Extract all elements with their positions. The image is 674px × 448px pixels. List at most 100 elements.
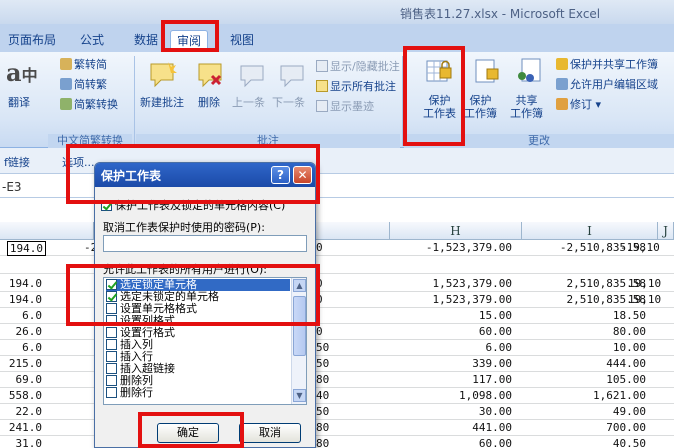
highlight-protect-sheet bbox=[403, 46, 465, 146]
show-hide-comment-icon bbox=[316, 60, 328, 72]
cell-a[interactable]: 194.0 bbox=[6, 241, 46, 256]
cell-a[interactable]: 69.0 bbox=[16, 373, 43, 386]
cell-a[interactable]: 6.0 bbox=[22, 341, 42, 354]
tab-page-layout[interactable]: 页面布局 bbox=[2, 30, 62, 52]
cell-h[interactable]: 60.00 bbox=[479, 325, 512, 338]
list-item[interactable]: 删除行 bbox=[106, 387, 153, 399]
cell-g[interactable]: 80 bbox=[316, 421, 329, 434]
cell-j[interactable]: 19,10 bbox=[628, 277, 661, 290]
cell-h[interactable]: 6.00 bbox=[486, 341, 513, 354]
cell-h[interactable]: 1,098.00 bbox=[459, 389, 512, 402]
cell-g[interactable]: 50 bbox=[316, 405, 329, 418]
to-traditional-button[interactable]: 简转繁 bbox=[60, 78, 107, 91]
cell-a[interactable]: 31.0 bbox=[16, 437, 43, 448]
cell-h[interactable]: 30.00 bbox=[479, 405, 512, 418]
link-label: f链接 bbox=[4, 156, 30, 169]
delete-comment-button[interactable]: 删除 bbox=[198, 96, 220, 109]
protect-workbook-icon bbox=[475, 59, 499, 83]
cell-g[interactable]: 50 bbox=[316, 357, 329, 370]
cell-h[interactable]: 441.00 bbox=[472, 421, 512, 434]
cell-i[interactable]: 10.00 bbox=[613, 341, 646, 354]
checkbox-icon bbox=[106, 363, 117, 374]
column-header-g[interactable] bbox=[316, 222, 390, 240]
cell-i[interactable]: 80.00 bbox=[613, 325, 646, 338]
cell-a[interactable]: 26.0 bbox=[16, 325, 43, 338]
tab-data[interactable]: 数据 bbox=[128, 30, 164, 52]
cell-a[interactable]: 194.0 bbox=[9, 277, 42, 290]
track-changes-label: 修订 bbox=[570, 98, 592, 111]
cell-g[interactable]: 50 bbox=[316, 341, 329, 354]
cancel-button[interactable]: 取消 bbox=[239, 423, 301, 443]
cell-i[interactable]: 444.00 bbox=[606, 357, 646, 370]
highlight-protect-option bbox=[66, 144, 320, 204]
cell-a[interactable]: 558.0 bbox=[9, 389, 42, 402]
tab-view[interactable]: 视图 bbox=[224, 30, 260, 52]
cell-j[interactable]: 19,10 bbox=[628, 293, 661, 306]
protect-workbook-button[interactable]: 保护 工作簿 bbox=[464, 94, 497, 120]
cell-h[interactable]: 339.00 bbox=[472, 357, 512, 370]
password-input[interactable] bbox=[103, 235, 307, 252]
column-header-h[interactable]: H bbox=[390, 222, 522, 240]
cell-g[interactable]: 0 bbox=[316, 325, 323, 338]
cell-g[interactable]: 80 bbox=[316, 437, 329, 448]
list-item-label: 删除行 bbox=[120, 386, 153, 399]
share-workbook-label-line1: 共享 bbox=[515, 94, 538, 107]
column-header-j[interactable]: J bbox=[658, 222, 674, 240]
cell-h[interactable]: -1,523,379.00 bbox=[426, 241, 512, 254]
cell-i[interactable]: 40.50 bbox=[613, 437, 646, 448]
cell-h[interactable]: 1,523,379.00 bbox=[433, 277, 512, 290]
cell-i[interactable]: 49.00 bbox=[613, 405, 646, 418]
cell-a[interactable]: 6.0 bbox=[22, 309, 42, 322]
cell-i[interactable]: 1,621.00 bbox=[593, 389, 646, 402]
cell-a[interactable]: 194.0 bbox=[9, 293, 42, 306]
to-simplified-button[interactable]: 繁转简 bbox=[60, 58, 107, 71]
cell-g[interactable]: 40 bbox=[316, 389, 329, 402]
column-header-left[interactable] bbox=[0, 222, 94, 240]
checkbox-icon bbox=[106, 387, 117, 398]
show-hide-comment-button[interactable]: 显示/隐藏批注 bbox=[316, 60, 400, 73]
share-workbook-icon bbox=[518, 58, 541, 82]
share-workbook-label-line2: 工作簿 bbox=[510, 107, 543, 120]
column-header-i[interactable]: I bbox=[522, 222, 658, 240]
cell-j[interactable]: -19,10 bbox=[620, 241, 660, 254]
convert-icon bbox=[60, 98, 72, 110]
protect-and-share-button[interactable]: 保护并共享工作簿 bbox=[556, 58, 658, 71]
show-ink-button[interactable]: 显示墨迹 bbox=[316, 100, 374, 113]
track-changes-button[interactable]: 修订 ▾ bbox=[556, 98, 601, 111]
highlight-allowed-options bbox=[66, 264, 320, 326]
cell-i[interactable]: 18.50 bbox=[613, 309, 646, 322]
ribbon-tabs: 页面布局 公式 数据 审阅 视图 bbox=[0, 24, 674, 52]
previous-comment-button[interactable]: 上一条 bbox=[232, 96, 265, 109]
checkbox-icon bbox=[106, 327, 117, 338]
cell-h[interactable]: 117.00 bbox=[472, 373, 512, 386]
cell-i[interactable]: 105.00 bbox=[606, 373, 646, 386]
name-box[interactable]: -E3 bbox=[2, 180, 22, 194]
cell-i[interactable]: 700.00 bbox=[606, 421, 646, 434]
tab-formulas[interactable]: 公式 bbox=[74, 30, 110, 52]
cell-a[interactable]: 22.0 bbox=[16, 405, 43, 418]
ribbon-separator bbox=[134, 56, 135, 146]
title-bar: 销售表11.27.xlsx - Microsoft Excel bbox=[0, 0, 674, 24]
share-workbook-button[interactable]: 共享 工作簿 bbox=[510, 94, 543, 120]
cell-a[interactable]: 215.0 bbox=[9, 357, 42, 370]
chinese-convert-button[interactable]: 简繁转换 bbox=[60, 98, 118, 111]
show-all-comments-button[interactable]: 显示所有批注 bbox=[316, 80, 396, 93]
show-all-comments-icon bbox=[316, 80, 328, 92]
track-changes-icon bbox=[556, 98, 568, 110]
show-ink-label: 显示墨迹 bbox=[330, 100, 374, 113]
previous-comment-icon bbox=[240, 65, 264, 88]
password-label: 取消工作表保护时使用的密码(P): bbox=[103, 221, 265, 234]
cell-h[interactable]: 60.00 bbox=[479, 437, 512, 448]
cell-h[interactable]: 15.00 bbox=[479, 309, 512, 322]
cell-g[interactable]: 80 bbox=[316, 373, 329, 386]
next-comment-button[interactable]: 下一条 bbox=[272, 96, 305, 109]
scroll-down-icon[interactable]: ▼ bbox=[293, 389, 306, 402]
cell-g[interactable]: 0 bbox=[316, 241, 323, 254]
cell-h[interactable]: 1,523,379.00 bbox=[433, 293, 512, 306]
new-comment-button[interactable]: 新建批注 bbox=[140, 96, 184, 109]
translate-button[interactable]: 翻译 bbox=[8, 96, 30, 109]
show-ink-icon bbox=[316, 100, 328, 112]
cell-a[interactable]: 241.0 bbox=[9, 421, 42, 434]
allow-edit-ranges-button[interactable]: 允许用户编辑区域 bbox=[556, 78, 658, 91]
protect-and-share-label: 保护并共享工作簿 bbox=[570, 58, 658, 71]
